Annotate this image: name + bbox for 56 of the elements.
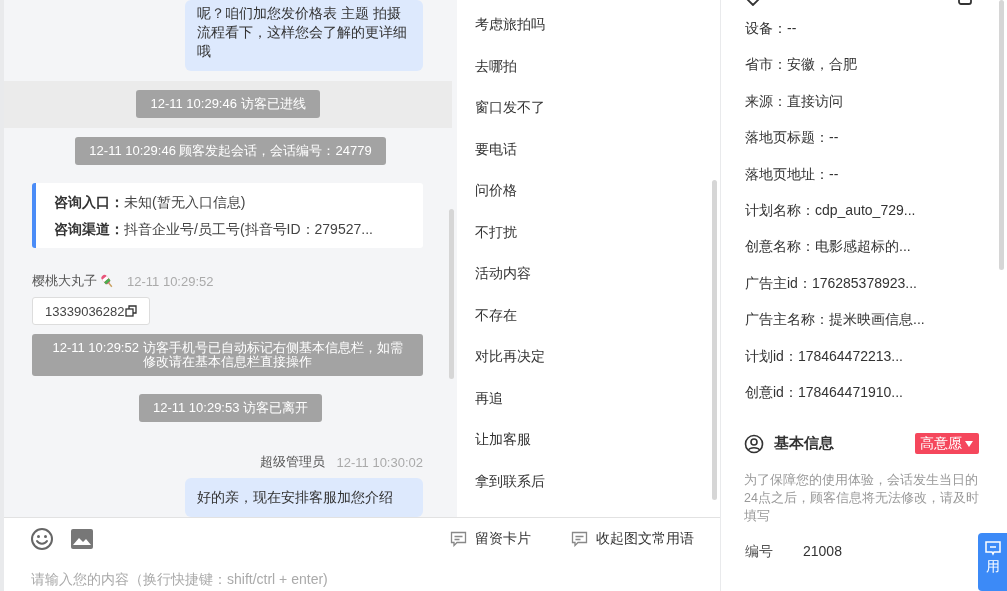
phone-text: 13339036282 — [45, 303, 125, 319]
field-label: 编号 — [745, 543, 774, 562]
emoji-icon[interactable] — [29, 526, 55, 552]
system-notice: 12-11 10:29:52 访客手机号已自动标记右侧基本信息栏，如需修改请在基本信息栏直接操作 — [32, 334, 423, 376]
message-bubble: 好的亲，现在安排客服加您介绍 — [185, 478, 423, 517]
quick-reply-item[interactable]: 再追 — [457, 377, 720, 419]
info-field: 省市：安徽，合肥 — [745, 55, 1007, 92]
info-field: 计划id：178464472213... — [745, 346, 1007, 383]
info-row-text: 咨询入口：未知(暂无入口信息) — [54, 193, 247, 211]
info-field: 来源：直接访问 — [745, 91, 1007, 129]
popsicle-icon — [99, 273, 115, 289]
scrollbar[interactable] — [999, 0, 1004, 270]
info-field: 设备：-- — [745, 19, 1007, 56]
quick-reply-item[interactable]: 不打扰 — [457, 211, 720, 253]
image-icon[interactable] — [69, 526, 95, 552]
timestamp: 12-11 10:30:02 — [336, 454, 423, 470]
quick-reply-item[interactable]: 去哪拍 — [457, 45, 720, 87]
notice-text: 为了保障您的使用体验，会话发生当日的24点之后，顾客信息将无法修改，请及时填写 — [744, 472, 980, 526]
timestamp: 12-11 10:29:52 — [127, 273, 214, 289]
message-input[interactable]: 请输入您的内容（换行快捷键：shift/ctrl + enter) — [31, 571, 631, 587]
user-icon — [744, 433, 764, 454]
info-field: 创意名称：电影感超标的... — [745, 237, 1007, 274]
quick-reply-item[interactable]: 活动内容 — [457, 253, 720, 295]
info-field: 落地页地址：-- — [745, 164, 1007, 201]
message-icon — [571, 531, 588, 547]
caret-icon — [965, 440, 973, 447]
field-value: 21008 — [803, 543, 842, 562]
system-notice: 12-11 10:29:53 访客已离开 — [138, 394, 323, 422]
action-button[interactable]: 收起图文常用语 — [571, 530, 694, 548]
quick-reply-item[interactable]: 让加客服 — [457, 419, 720, 461]
info-field: 广告主名称：提米映画信息... — [745, 310, 1007, 347]
system-notice: 12-11 10:29:46 访客已进线 — [136, 90, 320, 118]
copy-icon[interactable] — [124, 305, 137, 317]
system-notice: 12-11 10:29:46 顾客发起会话，会话编号：24779 — [75, 137, 386, 165]
info-field: 落地页标题：-- — [745, 128, 1007, 165]
quick-reply-item[interactable]: 问价格 — [457, 170, 720, 212]
quick-reply-item[interactable]: 考虑旅拍吗 — [457, 4, 720, 46]
info-field: 广告主id：176285378923... — [745, 273, 1007, 311]
scrollbar[interactable] — [449, 209, 454, 379]
quick-reply-item[interactable]: 拿到联系后 — [457, 460, 720, 502]
action-button[interactable]: 留资卡片 — [450, 530, 531, 548]
info-row-text: 咨询渠道：抖音企业号/员工号(抖音号ID：279527... — [54, 220, 374, 238]
chat-icon — [984, 541, 1001, 556]
quick-reply-item[interactable]: 对比再决定 — [457, 336, 720, 378]
message-icon — [450, 531, 467, 547]
message-bubble: 呢？咱们加您发价格表 主题 拍摄流程看下，这样您会了解的更详细哦 — [185, 0, 423, 71]
intent-tag-dropdown[interactable]: 高意愿 — [915, 433, 979, 455]
quick-reply-item[interactable]: 窗口发不了 — [457, 87, 720, 129]
info-field: 计划名称：cdp_auto_729... — [745, 200, 1007, 238]
quick-reply-item[interactable]: 要电话 — [457, 128, 720, 170]
sender-name: 樱桃大丸子 — [32, 272, 97, 290]
scrollbar[interactable] — [712, 180, 717, 500]
info-field: 创意id：178464471910... — [745, 382, 1007, 420]
sender-name: 超级管理员 — [259, 453, 325, 471]
section-title: 基本信息 — [774, 434, 835, 454]
quick-reply-item[interactable]: 不存在 — [457, 294, 720, 336]
